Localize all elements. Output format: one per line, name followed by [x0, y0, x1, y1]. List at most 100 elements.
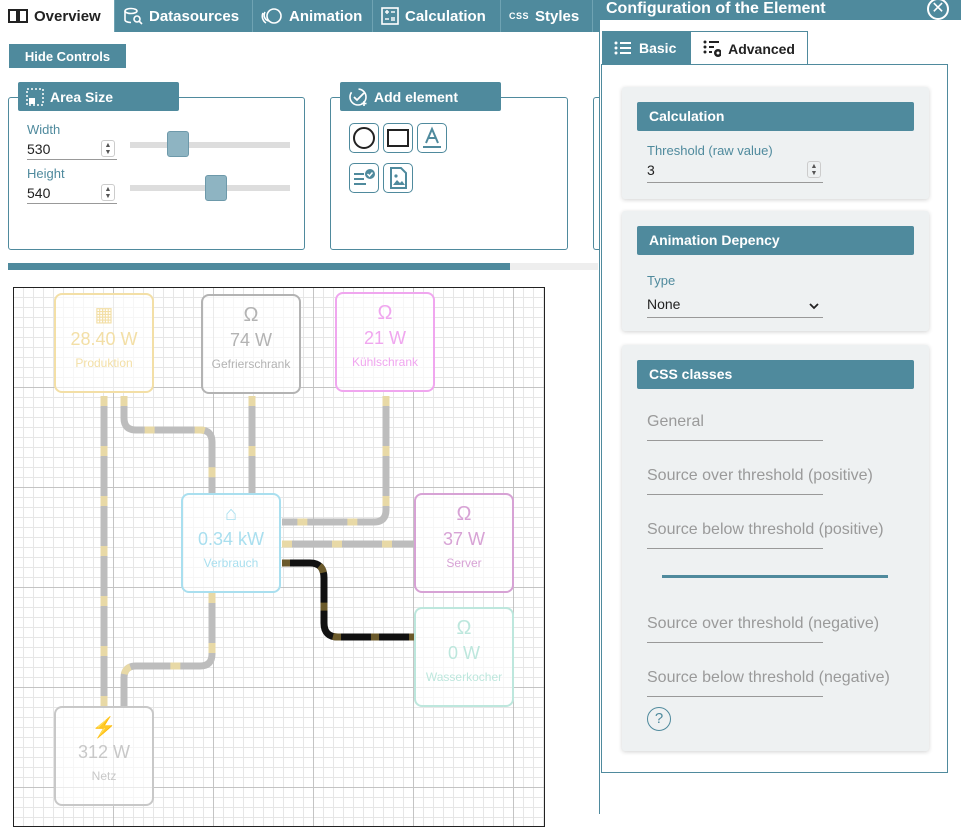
type-value: None — [647, 296, 681, 312]
node-value: 0.34 kW — [197, 529, 265, 549]
node-value: 21 W — [363, 328, 406, 348]
threshold-spinner[interactable]: ▲ ▼ — [807, 161, 821, 178]
tab-advanced[interactable]: Advanced — [690, 31, 808, 65]
source-over-negative-input[interactable]: Source over threshold (negative) — [647, 615, 879, 633]
wire-verbrauch-netz-flow — [120, 593, 216, 708]
source-over-negative-underline — [647, 642, 823, 643]
threshold-label: Threshold (raw value) — [647, 143, 773, 158]
node-gefrierschrank[interactable]: Ω 74 W Gefrierschrank — [201, 294, 301, 394]
chevron-down-icon — [809, 303, 819, 310]
node-value: 74 W — [229, 330, 272, 350]
tab-animation[interactable]: Animation — [253, 0, 373, 32]
node-label: Kühlschrank — [351, 355, 419, 369]
node-kuehlschrank[interactable]: Ω 21 W Kühlschrank — [335, 292, 435, 392]
threshold-value: 3 — [647, 162, 655, 178]
wire-kuehlschrank-verbrauch-flow — [282, 396, 390, 526]
config-title: Configuration of the Element — [600, 0, 961, 20]
threshold-input[interactable]: 3 ▲ ▼ — [647, 159, 823, 183]
tab-basic[interactable]: Basic — [602, 31, 690, 65]
node-produktion[interactable]: ▦ 28.40 W Produktion — [54, 293, 154, 393]
area-size-icon — [26, 87, 44, 106]
omega-icon: Ω — [456, 616, 472, 639]
add-rectangle-button[interactable] — [383, 123, 413, 153]
wire-kuehlschrank-verbrauch — [282, 396, 390, 526]
node-value: 0 W — [447, 643, 480, 663]
config-title-text: Configuration of the Element — [606, 0, 826, 17]
config-body: Calculation Threshold (raw value) 3 ▲ ▼ A… — [601, 64, 948, 773]
add-image-button[interactable] — [383, 163, 413, 193]
animation-dependency-card: Animation Depency Type None — [622, 211, 929, 331]
add-element-panel: Add element — [330, 82, 568, 250]
omega-icon: Ω — [456, 502, 472, 525]
width-input[interactable]: 530 ▲ ▼ — [27, 138, 117, 160]
node-value: 312 W — [77, 742, 131, 762]
tab-datasources-label: Datasources — [149, 7, 240, 25]
animation-icon — [261, 8, 282, 24]
calculation-card: Calculation Threshold (raw value) 3 ▲ ▼ — [622, 87, 929, 199]
progress-bar-fill — [8, 263, 510, 270]
node-label: Wasserkocher — [425, 670, 503, 684]
node-label: Produktion — [75, 356, 133, 370]
hide-controls-button[interactable]: Hide Controls — [9, 44, 126, 68]
node-label: Gefrierschrank — [211, 357, 291, 371]
config-panel: Configuration of the Element ✕ Basic Adv… — [599, 0, 961, 814]
source-below-negative-underline — [647, 696, 823, 697]
database-search-icon — [124, 7, 143, 25]
tab-styles[interactable]: CSS Styles — [501, 0, 593, 32]
node-value: 37 W — [442, 529, 485, 549]
general-input[interactable]: General — [647, 413, 704, 431]
main-tab-bar: Overview Datasources Animation Calculati… — [0, 0, 600, 32]
progress-bar — [8, 263, 598, 270]
wire-produktion-verbrauch-flow — [120, 396, 216, 493]
width-slider-thumb[interactable] — [167, 131, 189, 157]
add-datasource-element-button[interactable] — [349, 163, 379, 193]
house-icon: ⌂ — [224, 502, 238, 525]
tab-styles-label: Styles — [535, 7, 580, 25]
tab-datasources[interactable]: Datasources — [115, 0, 253, 32]
height-slider-thumb[interactable] — [205, 175, 227, 201]
node-server[interactable]: Ω 37 W Server — [414, 493, 514, 593]
css-classes-header: CSS classes — [637, 360, 914, 389]
width-spinner[interactable]: ▲ ▼ — [101, 140, 115, 157]
wire-produktion-verbrauch — [120, 396, 216, 493]
width-value: 530 — [27, 140, 51, 157]
type-label: Type — [647, 273, 676, 288]
width-label: Width — [27, 122, 61, 137]
add-circle-button[interactable] — [349, 123, 379, 153]
tab-overview-label: Overview — [34, 7, 101, 25]
add-text-button[interactable] — [417, 123, 447, 153]
node-wasserkocher[interactable]: Ω 0 W Wasserkocher — [414, 607, 514, 707]
help-icon[interactable]: ? — [647, 707, 671, 731]
add-element-header: Add element — [340, 82, 501, 111]
node-label: Netz — [91, 769, 117, 783]
css-classes-card: CSS classes General Source over threshol… — [622, 345, 929, 751]
source-below-negative-input[interactable]: Source below threshold (negative) — [647, 669, 890, 687]
list-icon — [614, 41, 631, 55]
tab-overview[interactable]: Overview — [0, 0, 115, 32]
source-below-positive-input[interactable]: Source below threshold (positive) — [647, 521, 884, 539]
node-netz[interactable]: ⚡ 312 W Netz — [54, 706, 154, 806]
rectangle-icon — [387, 129, 409, 147]
node-label: Server — [446, 556, 482, 570]
image-file-icon — [390, 167, 407, 189]
height-input[interactable]: 540 ▲ ▼ — [27, 182, 117, 204]
source-over-positive-underline — [647, 494, 823, 495]
tab-calculation[interactable]: Calculation — [373, 0, 501, 32]
source-over-positive-input[interactable]: Source over threshold (positive) — [647, 467, 873, 485]
node-verbrauch[interactable]: ⌂ 0.34 kW Verbrauch — [181, 493, 281, 593]
type-select[interactable]: None — [647, 293, 823, 318]
list-settings-icon — [703, 40, 722, 57]
area-size-header: Area Size — [18, 82, 179, 111]
omega-icon: Ω — [243, 303, 259, 326]
height-spinner[interactable]: ▲ ▼ — [101, 184, 115, 201]
tab-calculation-label: Calculation — [405, 7, 486, 25]
solar-panel-icon: ▦ — [94, 303, 114, 326]
wire-verbrauch-netz — [120, 593, 216, 708]
circle-icon — [353, 127, 375, 149]
source-below-positive-underline — [647, 548, 823, 549]
flow-canvas[interactable]: ▦ 28.40 W Produktion Ω 74 W Gefrierschrank Ω 21… — [13, 287, 545, 827]
width-slider-track[interactable] — [130, 142, 290, 148]
area-size-panel: Area Size Width 530 ▲ ▼ Height 540 ▲ ▼ — [8, 82, 305, 250]
calculation-header: Calculation — [637, 102, 914, 131]
css-icon: CSS — [509, 11, 530, 21]
